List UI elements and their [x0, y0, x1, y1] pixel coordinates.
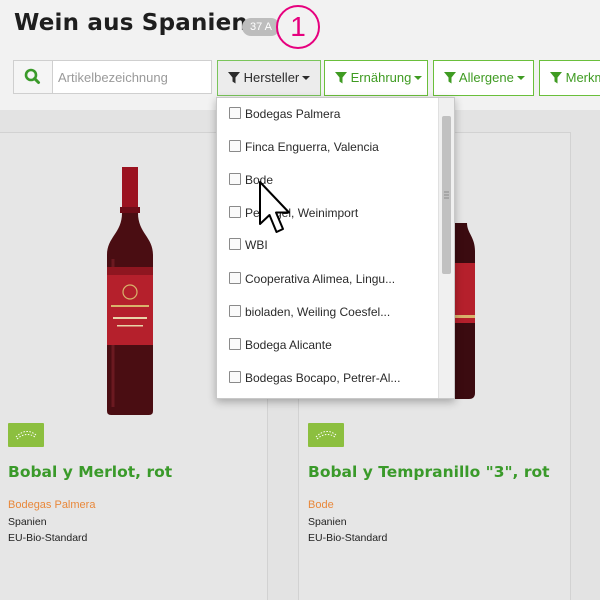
funnel-icon — [228, 72, 240, 84]
search-input[interactable] — [58, 61, 206, 93]
wine-bottle-image — [107, 167, 153, 415]
dropdown-option[interactable]: bioladen, Weiling Coesfel... — [229, 302, 390, 322]
option-label: Finca Enguerra, Valencia — [245, 140, 379, 154]
checkbox[interactable] — [229, 371, 241, 383]
dropdown-option[interactable]: Bodegas Palmera — [229, 104, 340, 124]
dropdown-option[interactable]: Cooperativa Alimea, Lingu... — [229, 269, 395, 289]
filter-hersteller-button[interactable]: Hersteller — [217, 60, 321, 96]
checkbox[interactable] — [229, 140, 241, 152]
product-certification: EU-Bio-Standard — [308, 532, 388, 544]
step-marker: 1 — [276, 5, 320, 49]
option-label: Bodegas Bocapo, Petrer-Al... — [245, 371, 401, 385]
product-country: Spanien — [8, 516, 47, 528]
dropdown-option[interactable]: Bodegas Bocapo, Petrer-Al... — [229, 368, 400, 388]
checkbox[interactable] — [229, 206, 241, 218]
option-label: bioladen, Weiling Coesfel... — [245, 305, 391, 319]
dropdown-scrollbar[interactable] — [438, 98, 454, 398]
product-producer[interactable]: Bode — [308, 499, 334, 511]
dropdown-option[interactable]: Pet…gel, Weinimport — [229, 203, 358, 223]
dropdown-option[interactable]: Finca Enguerra, Valencia — [229, 137, 379, 157]
eu-bio-logo — [308, 423, 344, 447]
product-name[interactable]: Bobal y Merlot, rot — [8, 463, 172, 481]
filter-label: Hersteller — [243, 70, 300, 85]
result-count-badge: 37 A — [242, 18, 281, 36]
checkbox[interactable] — [229, 107, 241, 119]
filter-label: Ernährung — [350, 70, 412, 85]
filter-label: Allergene — [458, 70, 514, 85]
eu-bio-logo — [8, 423, 44, 447]
option-label: WBI — [245, 238, 268, 252]
filter-ernaehrung-button[interactable]: Ernährung — [324, 60, 428, 96]
product-producer[interactable]: Bodegas Palmera — [8, 499, 95, 511]
funnel-icon — [550, 72, 562, 84]
hersteller-dropdown[interactable]: Bodegas Palmera Finca Enguerra, Valencia… — [216, 97, 455, 399]
product-certification: EU-Bio-Standard — [8, 532, 88, 544]
option-label: Cooperativa Alimea, Lingu... — [245, 272, 396, 286]
search-icon — [24, 68, 40, 84]
filter-label: Merkm — [565, 70, 600, 85]
option-label: Bodegas Palmera — [245, 107, 341, 121]
funnel-icon — [335, 72, 347, 84]
search-button[interactable] — [14, 61, 53, 93]
checkbox[interactable] — [229, 238, 241, 250]
filter-merkmale-button[interactable]: Merkm — [539, 60, 600, 96]
checkbox[interactable] — [229, 305, 241, 317]
checkbox[interactable] — [229, 338, 241, 350]
page-title: Wein aus Spanien — [14, 10, 248, 36]
product-country: Spanien — [308, 516, 347, 528]
scroll-thumb[interactable] — [442, 116, 451, 274]
checkbox[interactable] — [229, 272, 241, 284]
mouse-cursor-icon — [259, 181, 290, 233]
funnel-icon — [444, 72, 456, 84]
grip-icon — [444, 191, 449, 199]
checkbox[interactable] — [229, 173, 241, 185]
dropdown-option[interactable]: Bodega Alicante — [229, 335, 332, 355]
filter-allergene-button[interactable]: Allergene — [433, 60, 534, 96]
option-label: Bodega Alicante — [245, 338, 332, 352]
product-name[interactable]: Bobal y Tempranillo "3", rot — [308, 463, 550, 481]
search-box — [13, 60, 212, 94]
